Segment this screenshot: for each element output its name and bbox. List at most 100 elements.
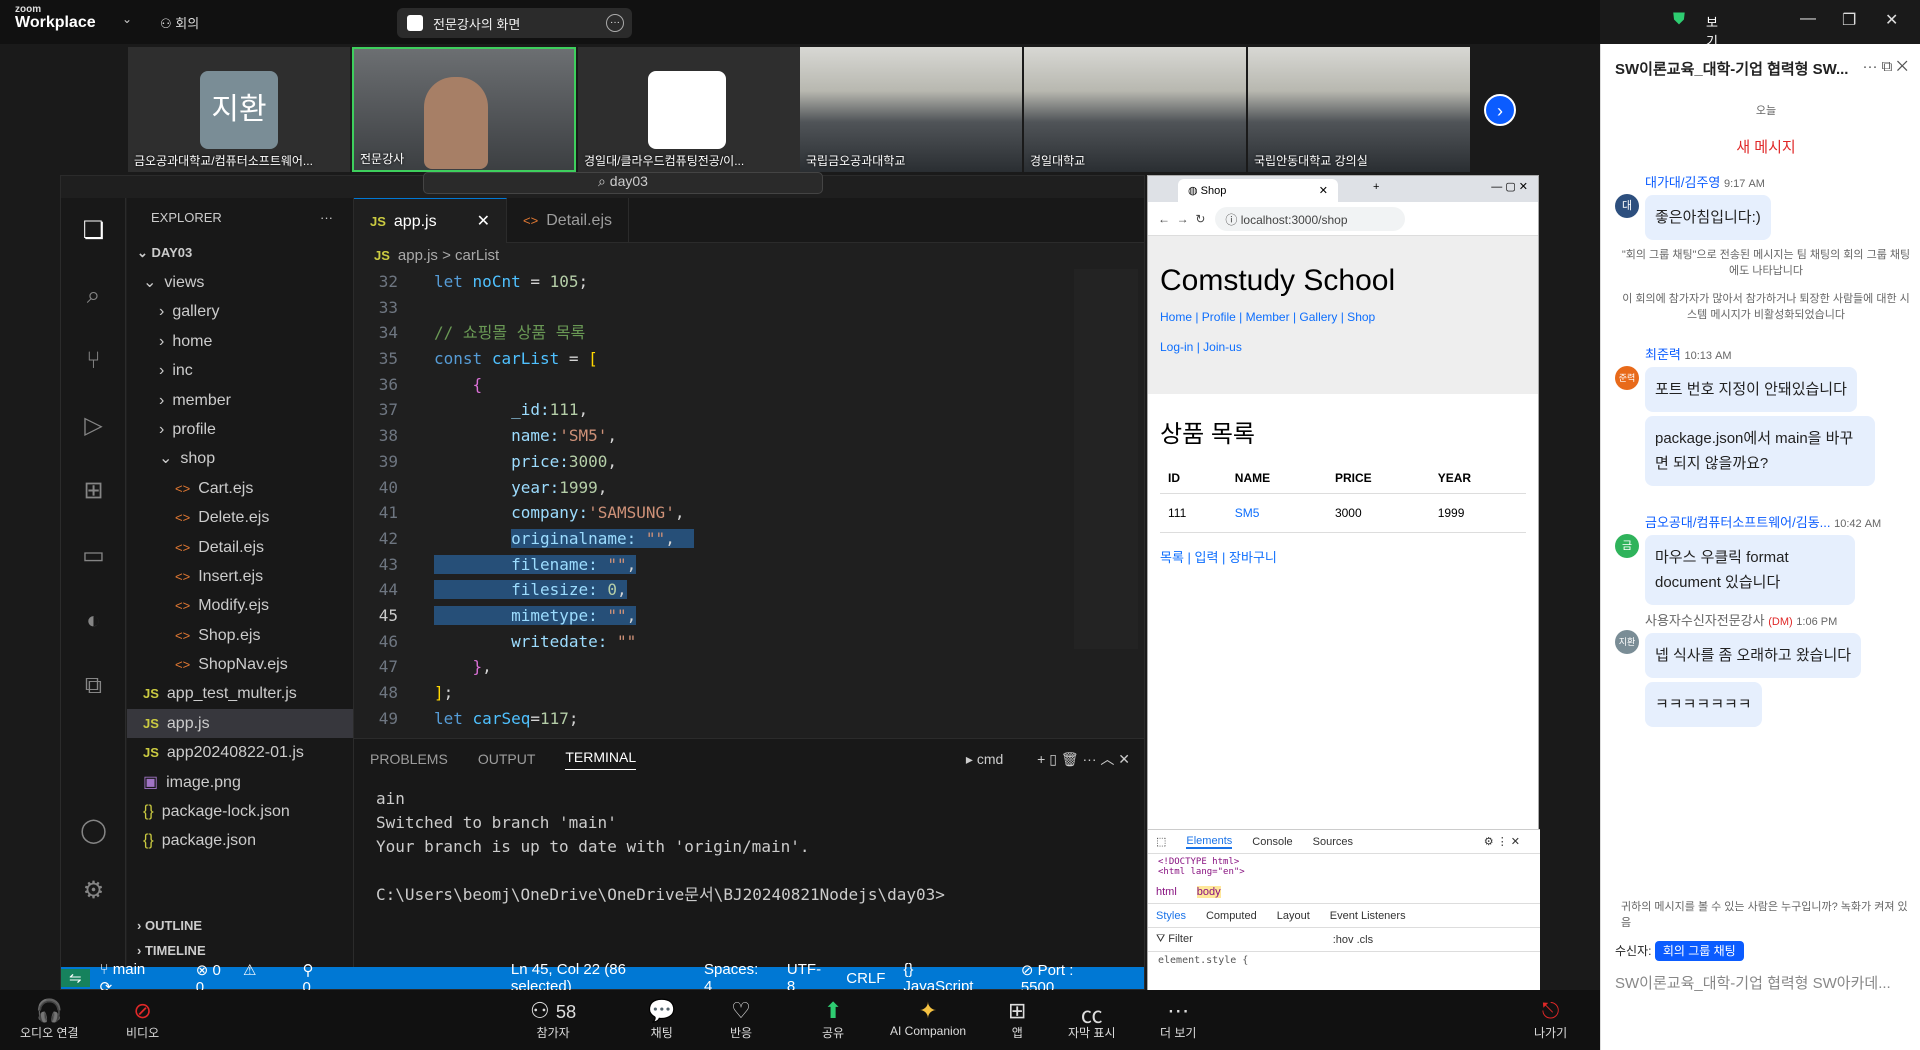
chat-button[interactable]: 💬 채팅 <box>648 998 675 1041</box>
code-line[interactable]: 43 filename: "", <box>354 552 1074 578</box>
participant-tile-speaker[interactable]: 전문강사 <box>352 47 576 172</box>
tree-item[interactable]: › gallery <box>127 297 353 326</box>
code-line[interactable]: 38 name:'SM5', <box>354 423 1074 449</box>
video-button[interactable]: ⊘ 비디오 <box>126 998 159 1041</box>
code-line[interactable]: 37 _id:111, <box>354 397 1074 423</box>
minimize-button[interactable]: — <box>1800 10 1816 28</box>
tree-item[interactable]: <> Delete.ejs <box>127 503 353 532</box>
back-icon[interactable]: ← <box>1158 212 1170 226</box>
crumb-body[interactable]: body <box>1196 885 1221 898</box>
tree-item[interactable]: <> Detail.ejs <box>127 533 353 562</box>
inspect-icon[interactable]: ⬚ <box>1156 835 1166 848</box>
tree-item[interactable]: ⌄ views <box>127 268 353 297</box>
shop-links[interactable]: 목록 | 입력 | 장바구니 <box>1160 547 1526 566</box>
tab-styles[interactable]: Styles <box>1156 910 1186 922</box>
leave-button[interactable]: ⎋ 나가기 <box>1534 998 1567 1041</box>
audio-button[interactable]: 🎧 오디오 연결 <box>20 998 79 1041</box>
tab-detail-ejs[interactable]: <> Detail.ejs <box>507 198 630 243</box>
containers-icon[interactable]: ⧉ <box>61 653 126 718</box>
tab-event-listeners[interactable]: Event Listeners <box>1330 910 1406 922</box>
tree-item[interactable]: JS app.js <box>127 708 353 739</box>
tree-item[interactable]: › member <box>127 386 353 415</box>
tree-item[interactable]: <> ShopNav.ejs <box>127 650 353 679</box>
chat-message[interactable]: 대가대/김주영 9:17 AM 좋은아침입니다:) <box>1645 172 1771 240</box>
gear-icon[interactable]: ⚙ <box>61 858 126 923</box>
code-line[interactable]: 47 }, <box>354 654 1074 680</box>
command-center[interactable]: ⌕ day03 <box>423 172 823 194</box>
tree-item[interactable]: <> Modify.ejs <box>127 591 353 620</box>
tree-item[interactable]: JS app_test_multer.js <box>127 679 353 708</box>
tree-item[interactable]: ▣ image.png <box>127 768 353 797</box>
participant-tile[interactable]: 경일대학교 <box>1024 47 1246 172</box>
code-line[interactable]: 34// 쇼핑몰 상품 목록 <box>354 320 1074 346</box>
search-icon[interactable]: ⌕ <box>61 263 126 328</box>
close-button[interactable]: ✕ <box>1885 10 1898 30</box>
recipient-select[interactable]: 회의 그룹 채팅 <box>1654 941 1744 961</box>
source-control-icon[interactable]: ⑂ <box>61 328 126 393</box>
account-icon[interactable]: ◯ <box>61 798 126 863</box>
code-line[interactable]: 44 filesize: 0, <box>354 577 1074 603</box>
share-indicator[interactable]: 전문강사의 화면 ··· <box>397 8 632 38</box>
tab-output[interactable]: OUTPUT <box>478 751 536 767</box>
editor[interactable]: JS app.js ✕ <> Detail.ejs JS app.js > carLis… <box>354 198 1144 738</box>
code-line[interactable]: 48]; <box>354 680 1074 706</box>
styles-filter[interactable]: ⛛ Filter:hov .cls <box>1148 928 1540 952</box>
terminal-output[interactable]: ain Switched to branch 'main' Your branc… <box>354 779 1144 915</box>
apps-button[interactable]: ⊞ 앱 <box>1008 998 1026 1041</box>
tab-elements[interactable]: Elements <box>1186 835 1233 849</box>
chat-input[interactable]: SW이론교육_대학-기업 협력형 SW아카데... <box>1615 972 1891 993</box>
code-line[interactable]: 45 mimetype: "", <box>354 603 1074 629</box>
browser-tab[interactable]: ◍ Shop ✕ <box>1178 179 1338 202</box>
timeline-section[interactable]: › TIMELINE <box>137 943 206 958</box>
code-line[interactable]: 49 let carSeq=117; <box>354 706 1074 732</box>
tree-item[interactable]: JS app20240822-01.js <box>127 738 353 767</box>
chat-message[interactable]: 금오공대/컴퓨터소프트웨어/김동... 10:42 AM 마우스 우클릭 form… <box>1645 512 1895 605</box>
element-style[interactable]: element.style { <box>1148 952 1540 969</box>
next-page-button[interactable]: › <box>1484 94 1516 126</box>
chevron-down-icon[interactable]: ⌄ <box>122 12 132 26</box>
chat-message[interactable]: 사용자수신자전문강사 (DM) 1:06 PM 넵 식사를 좀 오래하고 왔습니다… <box>1645 610 1905 727</box>
ai-companion-button[interactable]: ✦ AI Companion <box>890 998 966 1038</box>
code-line[interactable]: 40 year:1999, <box>354 475 1074 501</box>
tab-terminal[interactable]: TERMINAL <box>565 749 637 770</box>
meeting-menu[interactable]: ⚇ 회의 <box>160 13 199 32</box>
code-lines[interactable]: 32 let noCnt = 105; 33 34// 쇼핑몰 상품 목록 35 cons… <box>354 269 1074 731</box>
tree-item[interactable]: {} package-lock.json <box>127 797 353 826</box>
tree-item[interactable]: {} package.json <box>127 826 353 855</box>
tree-item[interactable]: › profile <box>127 415 353 444</box>
extensions-icon[interactable]: ⊞ <box>61 458 126 523</box>
main-nav[interactable]: Home | Profile | Member | Gallery | Shop <box>1160 310 1526 324</box>
reactions-button[interactable]: ♡ 반응 <box>730 998 752 1041</box>
outline-section[interactable]: › OUTLINE <box>137 918 202 933</box>
code-line[interactable]: 41 company:'SAMSUNG', <box>354 500 1074 526</box>
participants-button[interactable]: ⚇ 58 참가자 <box>530 998 576 1041</box>
code-line[interactable]: 42 originalname: "", <box>354 526 1074 552</box>
tree-item[interactable]: ⌄ shop <box>127 444 353 473</box>
code-line[interactable]: 36 { <box>354 372 1074 398</box>
terminal-shell[interactable]: ▸ cmd + ▯ 🗑 ··· ︿ ✕ <box>966 749 1130 769</box>
tab-layout[interactable]: Layout <box>1277 910 1310 922</box>
tree-item[interactable]: <> Shop.ejs <box>127 621 353 650</box>
product-link[interactable]: SM5 <box>1226 493 1327 533</box>
forward-icon[interactable]: → <box>1177 212 1189 226</box>
tree-item[interactable]: › home <box>127 327 353 356</box>
tab-problems[interactable]: PROBLEMS <box>370 751 448 767</box>
tab-console[interactable]: Console <box>1252 836 1292 848</box>
tab-computed[interactable]: Computed <box>1206 910 1257 922</box>
participant-tile[interactable]: 국립금오공과대학교 <box>800 47 1022 172</box>
debug-icon[interactable]: ▷ <box>61 393 126 458</box>
reload-icon[interactable]: ↻ <box>1195 212 1205 226</box>
remote-icon[interactable]: ⇋ <box>61 969 90 987</box>
close-icon[interactable]: ⚙ ⋮ ✕ <box>1484 835 1520 848</box>
minimap[interactable] <box>1074 269 1138 649</box>
visibility-notice[interactable]: 귀하의 메시지를 볼 수 있는 사람은 누구입니까? 녹화가 켜져 있음 <box>1621 898 1911 930</box>
explorer-icon[interactable]: ❏ <box>61 198 126 263</box>
code-line[interactable]: 46 writedate: "" <box>354 629 1074 655</box>
code-line[interactable]: 35 const carList = [ <box>354 346 1074 372</box>
code-line[interactable]: 33 <box>354 295 1074 321</box>
code-line[interactable]: 32 let noCnt = 105; <box>354 269 1074 295</box>
tree-item[interactable]: <> Cart.ejs <box>127 474 353 503</box>
chat-message[interactable]: 최준력 10:13 AM 포트 번호 지정이 안돼있습니다 package.json… <box>1645 344 1875 486</box>
more-icon[interactable]: ··· <box>606 14 624 32</box>
tab-sources[interactable]: Sources <box>1313 836 1353 848</box>
